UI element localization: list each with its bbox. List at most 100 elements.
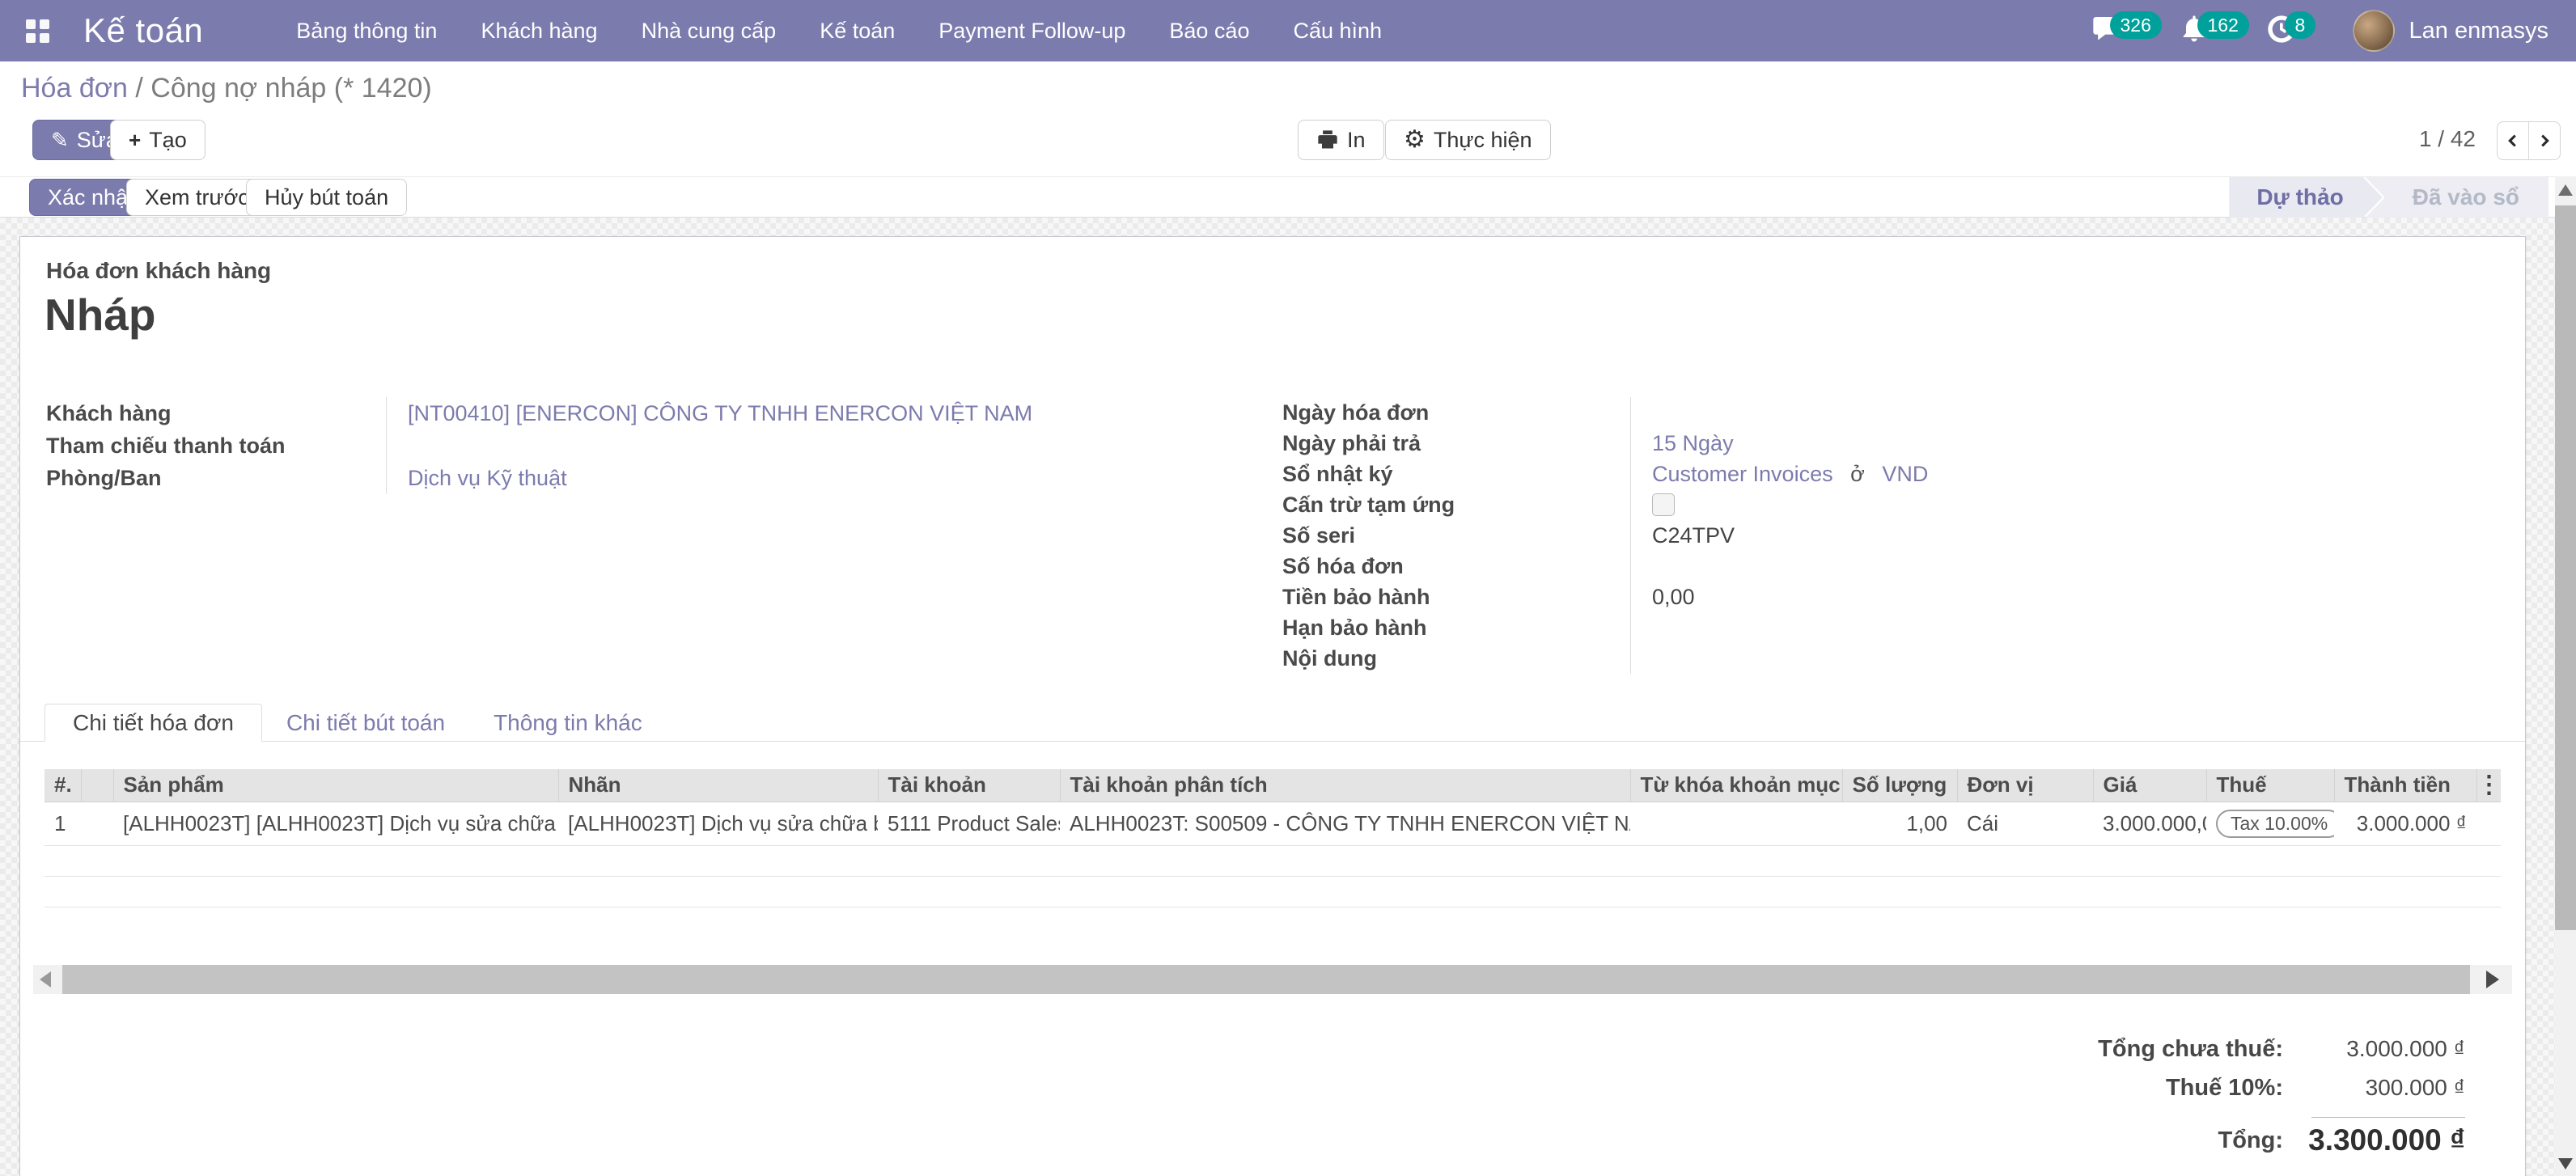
content-background: Hóa đơn khách hàng Nháp Khách hàng [NT00…: [0, 218, 2555, 1176]
menu-accounting[interactable]: Kế toán: [798, 19, 917, 44]
cell-account: 5111 Product Sales: [878, 802, 1060, 845]
activities-icon[interactable]: 8: [2265, 13, 2301, 49]
empty-line-row[interactable]: [44, 845, 2501, 876]
gear-icon: ⚙: [1404, 128, 1426, 152]
col-item-keyword: Từ khóa khoản mục: [1630, 769, 1842, 802]
col-product: Sản phẩm: [113, 769, 558, 802]
table-header-row: #. Sản phẩm Nhãn Tài khoản Tài khoản phâ…: [44, 769, 2501, 802]
col-label: Nhãn: [558, 769, 878, 802]
avatar: [2353, 10, 2395, 52]
cell-handle: [81, 802, 113, 845]
scroll-left-arrow-icon[interactable]: [40, 971, 51, 988]
status-toolbar: Xác nhận Xem trước Hủy bút toán Dự thảo …: [0, 176, 2555, 218]
pager-next-button[interactable]: [2528, 122, 2560, 159]
top-navbar: Kế toán Bảng thông tin Khách hàng Nhà cu…: [0, 0, 2576, 61]
scroll-down-arrow-icon[interactable]: [2558, 1158, 2573, 1170]
col-price: Giá: [2093, 769, 2206, 802]
activities-badge: 8: [2285, 11, 2316, 39]
cell-label: [ALHH0023T] Dịch vụ sửa chữa bè: [558, 802, 878, 845]
notifications-icon[interactable]: 162: [2178, 13, 2214, 49]
invoice-number-label: Số hóa đơn: [1282, 551, 1631, 582]
customer-value[interactable]: [NT00410] [ENERCON] CÔNG TY TNHH ENERCON…: [387, 401, 1032, 426]
app-name[interactable]: Kế toán: [83, 11, 203, 50]
invoice-form-sheet: Hóa đơn khách hàng Nháp Khách hàng [NT00…: [19, 236, 2526, 1176]
journal-currency[interactable]: VND: [1882, 462, 1928, 486]
invoice-line-row[interactable]: 1 [ALHH0023T] [ALHH0023T] Dịch vụ sửa ch…: [44, 802, 2501, 845]
invoice-state-title: Nháp: [44, 289, 156, 341]
cell-price: 3.000.000,00: [2093, 802, 2206, 845]
menu-dashboard[interactable]: Bảng thông tin: [274, 19, 459, 44]
print-button[interactable]: In: [1298, 120, 1384, 160]
serial-label: Số seri: [1282, 520, 1631, 551]
menu-customers[interactable]: Khách hàng: [459, 19, 619, 44]
printer-icon: [1316, 129, 1339, 151]
state-posted[interactable]: Đã vào sổ: [2366, 177, 2548, 218]
vertical-scrollbar-thumb[interactable]: [2555, 205, 2576, 930]
menu-payment-followup[interactable]: Payment Follow-up: [917, 19, 1147, 44]
field-group-left: Khách hàng [NT00410] [ENERCON] CÔNG TY T…: [46, 397, 1227, 494]
col-subtotal: Thành tiền: [2334, 769, 2476, 802]
due-date-value[interactable]: 15 Ngày: [1631, 431, 1734, 456]
cell-tax: Tax 10.00%: [2206, 802, 2334, 845]
col-account: Tài khoản: [878, 769, 1060, 802]
menu-vendors[interactable]: Nhà cung cấp: [620, 19, 799, 44]
tab-invoice-lines[interactable]: Chi tiết hóa đơn: [44, 704, 262, 742]
action-button[interactable]: ⚙ Thực hiện: [1385, 120, 1551, 160]
notifications-badge: 162: [2197, 11, 2249, 39]
scroll-right-arrow-icon[interactable]: [2486, 971, 2499, 988]
chevron-right-icon: [2536, 130, 2553, 151]
horizontal-scrollbar[interactable]: [33, 965, 2512, 994]
create-button[interactable]: + Tạo: [110, 120, 205, 160]
customer-label: Khách hàng: [46, 397, 387, 429]
horizontal-scrollbar-thumb[interactable]: [62, 965, 2470, 994]
menu-reports[interactable]: Báo cáo: [1147, 19, 1271, 44]
menu-configuration[interactable]: Cấu hình: [1271, 19, 1404, 44]
pager-counter: 1 / 42: [2371, 126, 2476, 152]
breadcrumb-separator: /: [135, 73, 142, 104]
tab-other-info[interactable]: Thông tin khác: [469, 704, 667, 742]
totals-separator: [2311, 1117, 2465, 1118]
breadcrumb: Hóa đơn / Công nợ nháp (* 1420): [21, 73, 432, 104]
messages-icon[interactable]: 326: [2091, 13, 2126, 49]
state-draft[interactable]: Dự thảo: [2229, 177, 2382, 218]
invoice-date-label: Ngày hóa đơn: [1282, 397, 1631, 428]
empty-line-row[interactable]: [44, 876, 2501, 907]
pager-previous-button[interactable]: [2498, 122, 2528, 159]
notebook-tabs: Chi tiết hóa đơn Chi tiết bút toán Thông…: [44, 704, 667, 742]
content-label: Nội dung: [1282, 643, 1631, 674]
journal-value[interactable]: Customer Invoices: [1652, 462, 1833, 486]
col-index: #.: [44, 769, 81, 802]
cell-analytic-account: ALHH0023T: S00509 - CÔNG TY TNHH ENERCON…: [1060, 802, 1630, 845]
cell-subtotal: 3.000.000 ₫: [2334, 802, 2476, 845]
untaxed-total-value: 3.000.000 ₫: [2283, 1036, 2465, 1062]
column-options-icon[interactable]: ⋮: [2477, 772, 2502, 798]
field-group-right: Ngày hóa đơn Ngày phải trả 15 Ngày Sổ nh…: [1282, 397, 2496, 674]
tab-journal-items[interactable]: Chi tiết bút toán: [262, 704, 469, 742]
cancel-entry-button[interactable]: Hủy bút toán: [246, 179, 407, 216]
chevron-left-icon: [2504, 130, 2522, 151]
department-value[interactable]: Dịch vụ Kỹ thuật: [387, 466, 567, 491]
vertical-scrollbar[interactable]: [2555, 176, 2576, 1176]
pencil-icon: ✎: [51, 129, 69, 150]
untaxed-total-label: Tổng chưa thuế:: [2098, 1036, 2283, 1063]
cell-index: 1: [44, 802, 81, 845]
user-name: Lan enmasys: [2409, 18, 2549, 44]
messages-badge: 326: [2110, 11, 2162, 39]
advance-offset-checkbox[interactable]: [1652, 493, 1675, 516]
journal-in-word: ở: [1839, 462, 1876, 486]
col-uom: Đơn vị: [1957, 769, 2093, 802]
payment-ref-label: Tham chiếu thanh toán: [46, 429, 387, 462]
document-type-label: Hóa đơn khách hàng: [46, 258, 271, 284]
user-menu[interactable]: Lan enmasys: [2353, 10, 2549, 52]
serial-value: C24TPV: [1631, 523, 1735, 548]
warranty-amount-value: 0,00: [1631, 585, 1695, 610]
apps-menu-icon[interactable]: [26, 19, 49, 43]
grand-total-value: 3.300.000 ₫: [2283, 1123, 2465, 1157]
breadcrumb-parent[interactable]: Hóa đơn: [21, 73, 128, 104]
invoice-lines-table: #. Sản phẩm Nhãn Tài khoản Tài khoản phâ…: [44, 769, 2501, 907]
tax-total-label: Thuế 10%:: [2166, 1075, 2283, 1102]
statusbar: Dự thảo Đã vào sổ: [2229, 177, 2548, 218]
scroll-up-arrow-icon[interactable]: [2558, 184, 2573, 196]
cell-options: [2476, 802, 2501, 845]
journal-label: Sổ nhật ký: [1282, 459, 1631, 489]
